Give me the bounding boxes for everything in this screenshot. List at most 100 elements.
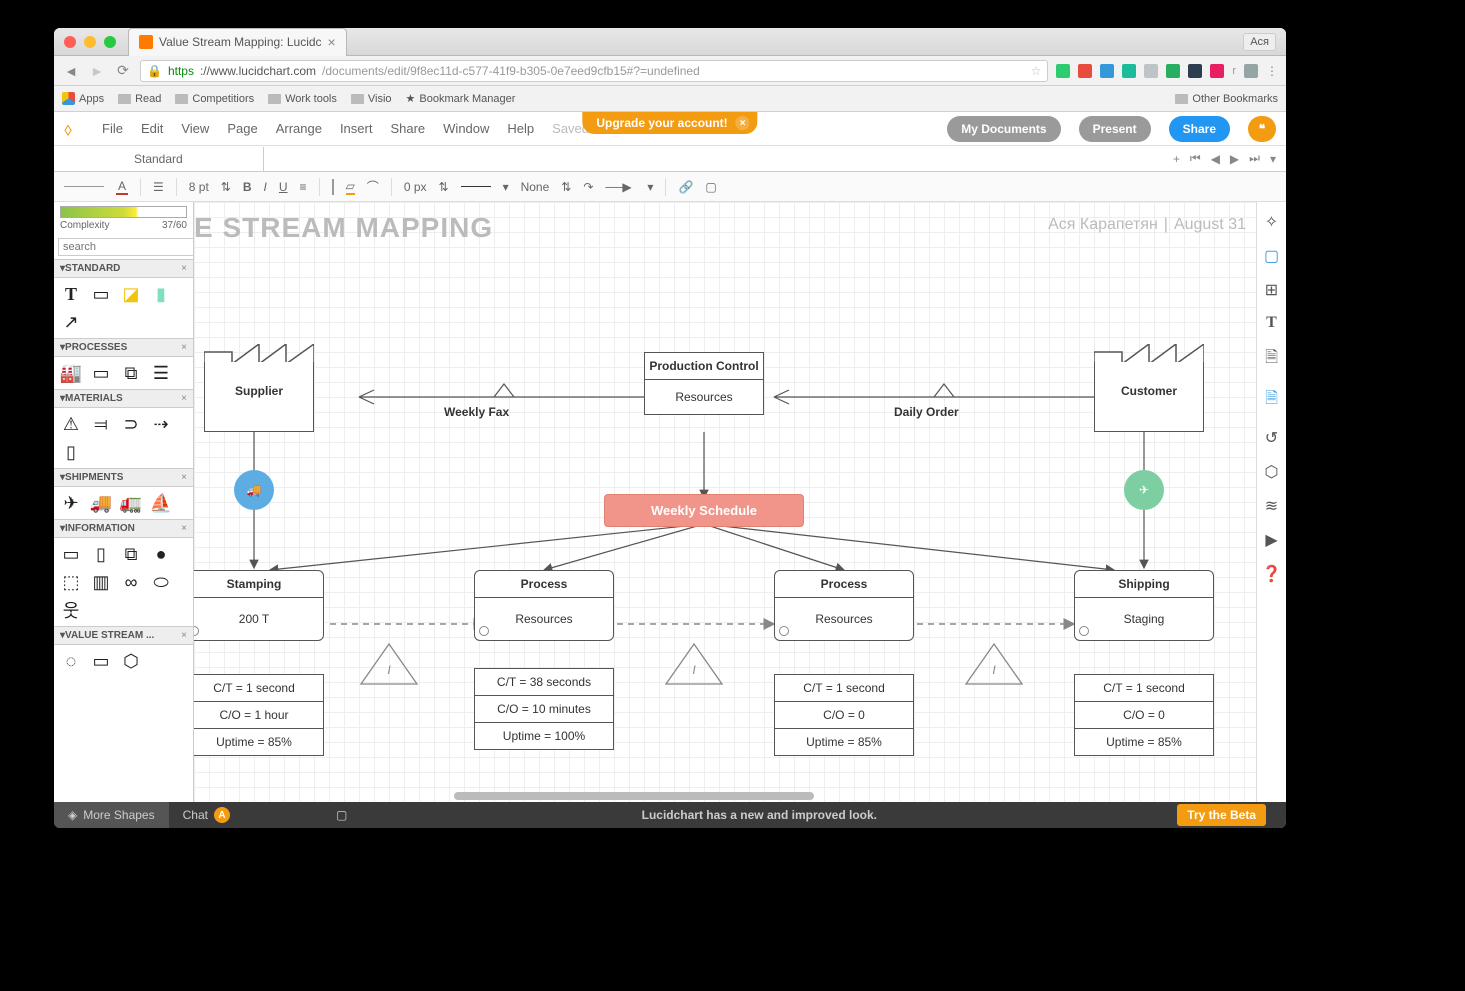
- ext-icon[interactable]: [1188, 64, 1202, 78]
- bookmark-folder[interactable]: Visio: [351, 93, 392, 105]
- menu-edit[interactable]: Edit: [141, 121, 163, 136]
- menu-file[interactable]: File: [102, 121, 123, 136]
- underline-button[interactable]: U: [279, 180, 288, 194]
- ext-icon[interactable]: [1122, 64, 1136, 78]
- expand-chat-icon[interactable]: ▢: [336, 808, 347, 822]
- data-box[interactable]: C/T = 38 seconds C/O = 10 minutes Uptime…: [474, 668, 614, 750]
- plane-shape[interactable]: ✈: [60, 493, 82, 513]
- stepper-icon[interactable]: ⇅: [439, 180, 449, 194]
- font-family-select[interactable]: [64, 186, 104, 187]
- more-shapes-button[interactable]: ◈ More Shapes: [54, 802, 169, 828]
- dropdown-icon[interactable]: ▾: [647, 180, 653, 194]
- data-box[interactable]: C/T = 1 second C/O = 1 hour Uptime = 85%: [194, 674, 324, 756]
- note-shape[interactable]: ◪: [120, 284, 142, 304]
- nav-next-icon[interactable]: ▶: [1230, 152, 1239, 166]
- my-documents-button[interactable]: My Documents: [947, 116, 1060, 142]
- nav-menu-icon[interactable]: ▾: [1270, 152, 1276, 166]
- section-shipments[interactable]: ▾ SHIPMENTS×: [54, 468, 193, 487]
- link-button[interactable]: 🔗: [678, 180, 693, 194]
- share-button[interactable]: Share: [1169, 116, 1230, 142]
- person-shape[interactable]: 웃: [60, 600, 82, 620]
- shape-search-input[interactable]: [58, 238, 194, 256]
- ext-icon[interactable]: [1144, 64, 1158, 78]
- customer-node[interactable]: Customer: [1094, 362, 1204, 432]
- page-icon[interactable]: 🗎: [1265, 346, 1278, 373]
- border-width-input[interactable]: 0 px: [404, 180, 427, 194]
- browser-tab[interactable]: Value Stream Mapping: Lucidc ×: [128, 28, 347, 56]
- menu-insert[interactable]: Insert: [340, 121, 373, 136]
- process-shape[interactable]: ▭: [90, 363, 112, 383]
- process-box[interactable]: Process Resources: [474, 570, 614, 641]
- cube-icon[interactable]: ⬡: [1265, 462, 1279, 482]
- menu-window[interactable]: Window: [443, 121, 489, 136]
- chat-button[interactable]: Chat A ▢: [169, 807, 362, 823]
- close-tab-icon[interactable]: ×: [328, 34, 336, 50]
- presentation-icon[interactable]: ▶: [1265, 530, 1277, 550]
- nav-icon[interactable]: ✧: [1265, 212, 1278, 232]
- border-color-button[interactable]: ▱: [346, 179, 355, 195]
- present-button[interactable]: Present: [1079, 116, 1151, 142]
- close-section-icon[interactable]: ×: [181, 393, 187, 404]
- plane-icon[interactable]: ✈: [1124, 470, 1164, 510]
- close-section-icon[interactable]: ×: [181, 630, 187, 641]
- factory-shape[interactable]: 🏭: [60, 363, 82, 383]
- stepper-icon[interactable]: ⇅: [221, 180, 231, 194]
- corner-radius-button[interactable]: ⌒: [367, 178, 379, 195]
- truck-icon[interactable]: 🚚: [234, 470, 274, 510]
- reload-button[interactable]: ⟳: [114, 62, 132, 80]
- upgrade-banner[interactable]: Upgrade your account! ×: [582, 112, 757, 134]
- close-section-icon[interactable]: ×: [181, 263, 187, 274]
- info-shape[interactable]: ⧉: [120, 544, 142, 564]
- ext-icon[interactable]: [1078, 64, 1092, 78]
- boat-shape[interactable]: ⛵: [150, 493, 172, 513]
- close-section-icon[interactable]: ×: [181, 342, 187, 353]
- rect-shape[interactable]: ▭: [90, 284, 112, 304]
- block-shape[interactable]: ▮: [150, 284, 172, 304]
- process-shipping[interactable]: Shipping Staging: [1074, 570, 1214, 641]
- section-materials[interactable]: ▾ MATERIALS×: [54, 389, 193, 408]
- grid-icon[interactable]: ⊞: [1265, 280, 1278, 300]
- process2-shape[interactable]: ⧉: [120, 363, 142, 383]
- curve-shape[interactable]: ⊃: [120, 414, 142, 434]
- data-box[interactable]: C/T = 1 second C/O = 0 Uptime = 85%: [774, 674, 914, 756]
- info-shape[interactable]: ∞: [120, 572, 142, 592]
- bookmark-folder[interactable]: Work tools: [268, 93, 337, 105]
- dropdown-icon[interactable]: ▾: [503, 180, 509, 194]
- line-curve-button[interactable]: ↷: [583, 180, 593, 194]
- try-beta-button[interactable]: Try the Beta: [1177, 804, 1266, 826]
- close-banner-icon[interactable]: ×: [736, 116, 750, 130]
- vsm-shape[interactable]: ⬡: [120, 651, 142, 671]
- flow-shape[interactable]: ⇢: [150, 414, 172, 434]
- bookmark-folder[interactable]: Competitiors: [175, 93, 254, 105]
- menu-share[interactable]: Share: [390, 121, 425, 136]
- maximize-window-icon[interactable]: [104, 36, 116, 48]
- history-icon[interactable]: ↺: [1265, 428, 1278, 448]
- info-shape[interactable]: ▭: [60, 544, 82, 564]
- table-shape[interactable]: ☰: [150, 363, 172, 383]
- vsm-shape[interactable]: ▭: [90, 651, 112, 671]
- info-shape[interactable]: ▯: [90, 544, 112, 564]
- add-page-button[interactable]: +: [1173, 152, 1180, 166]
- italic-button[interactable]: I: [264, 180, 267, 194]
- fill-color-button[interactable]: [332, 180, 334, 194]
- data-box[interactable]: C/T = 1 second C/O = 0 Uptime = 85%: [1074, 674, 1214, 756]
- url-field[interactable]: 🔒 https://www.lucidchart.com/documents/e…: [140, 60, 1048, 82]
- line-end-button[interactable]: ──▶: [605, 180, 635, 194]
- bookmark-item[interactable]: ★Bookmark Manager: [406, 92, 516, 105]
- profile-chip[interactable]: Аcя: [1243, 33, 1276, 51]
- page-active-icon[interactable]: 🗎: [1265, 387, 1278, 414]
- comment-button[interactable]: ❝: [1248, 116, 1276, 142]
- app-logo-icon[interactable]: ⬨: [64, 119, 84, 139]
- ext-icon[interactable]: [1210, 64, 1224, 78]
- pull-shape[interactable]: ⫤: [90, 414, 112, 434]
- font-size-input[interactable]: 8 pt: [189, 180, 209, 194]
- ext-icon[interactable]: [1166, 64, 1180, 78]
- palette-icon[interactable]: ▢: [1264, 246, 1279, 266]
- minimize-window-icon[interactable]: [84, 36, 96, 48]
- ext-icon[interactable]: [1056, 64, 1070, 78]
- bookmark-star-icon[interactable]: ☆: [1031, 64, 1042, 78]
- ext-icon[interactable]: [1100, 64, 1114, 78]
- canvas[interactable]: E STREAM MAPPING Ася Карапетян|August 31: [194, 202, 1256, 802]
- section-vsm[interactable]: ▾ VALUE STREAM ...×: [54, 626, 193, 645]
- text-shape[interactable]: T: [60, 284, 82, 304]
